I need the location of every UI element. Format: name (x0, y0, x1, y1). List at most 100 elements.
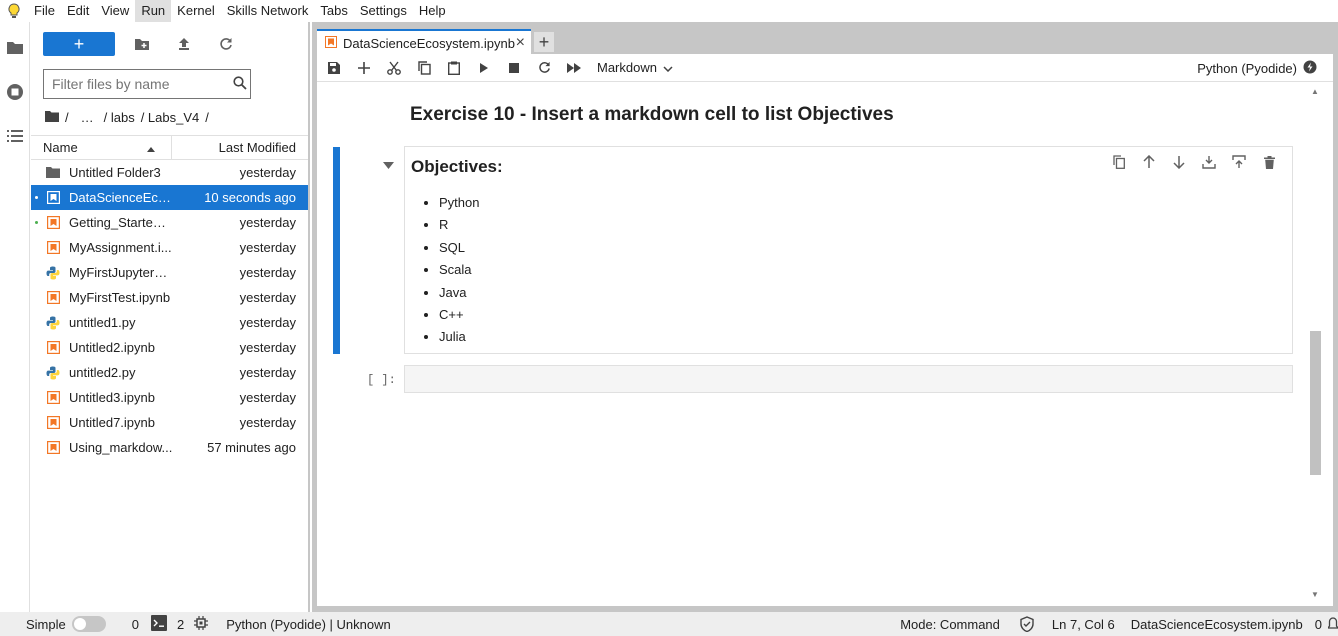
scroll-up-arrow-icon[interactable]: ▲ (1311, 87, 1319, 96)
paste-icon[interactable] (439, 54, 469, 82)
objective-item: Python (439, 192, 479, 214)
new-tab-button[interactable]: + (533, 31, 555, 53)
notebook-icon (45, 290, 61, 306)
save-icon[interactable] (319, 54, 349, 82)
new-launcher-button[interactable]: + (43, 32, 115, 56)
menu-run[interactable]: Run (135, 0, 172, 22)
kernel-indicator[interactable]: Python (Pyodide) (1197, 54, 1323, 82)
delete-cell-icon[interactable] (1254, 153, 1284, 171)
menu-settings[interactable]: Settings (354, 0, 413, 22)
duplicate-cell-icon[interactable] (1104, 153, 1134, 171)
exercise-heading: Exercise 10 - Insert a markdown cell to … (410, 104, 894, 125)
python-icon (45, 265, 61, 281)
markdown-cell[interactable]: Objectives: • Python • R • SQL • Scala •… (404, 146, 1293, 354)
mode-indicator: Mode: Command (900, 616, 1000, 632)
objective-item: Java (439, 282, 479, 304)
file-row[interactable]: Untitled3.ipynb yesterday (31, 385, 308, 410)
file-row[interactable]: MyFirstTest.ipynb yesterday (31, 285, 308, 310)
move-down-icon[interactable] (1164, 153, 1194, 171)
caret-down-icon[interactable] (383, 157, 394, 172)
scroll-down-arrow-icon[interactable]: ▼ (1311, 590, 1319, 599)
menu-tabs[interactable]: Tabs (314, 0, 353, 22)
menu-edit[interactable]: Edit (61, 0, 95, 22)
empty-code-cell[interactable] (404, 365, 1293, 393)
terminals-indicator[interactable]: 2 (150, 614, 209, 634)
new-folder-icon[interactable] (127, 32, 157, 56)
kernel-status-text[interactable]: Python (Pyodide) | Unknown (226, 617, 391, 632)
insert-above-icon[interactable] (1194, 153, 1224, 171)
file-row[interactable]: DataScienceEco... 10 seconds ago (31, 185, 308, 210)
copy-icon[interactable] (409, 54, 439, 82)
sort-ascending-icon (147, 140, 155, 155)
file-name: Using_markdow... (69, 440, 173, 455)
active-cell-collapser[interactable] (333, 147, 340, 354)
insert-cell-icon[interactable] (349, 54, 379, 82)
menu-kernel[interactable]: Kernel (171, 0, 221, 22)
file-row[interactable]: untitled2.py yesterday (31, 360, 308, 385)
insert-below-icon[interactable] (1224, 153, 1254, 171)
kernel-count[interactable]: 0 (132, 617, 139, 632)
objective-item: C++ (439, 304, 479, 326)
file-row[interactable]: Untitled2.ipynb yesterday (31, 335, 308, 360)
notebook-scrollbar[interactable]: ▲ ▼ (1308, 83, 1323, 606)
file-modified: yesterday (239, 390, 296, 405)
objectives-title: Objectives: (411, 157, 503, 176)
menu-bar: File Edit View Run Kernel Skills Network… (0, 0, 1338, 22)
file-row[interactable]: Untitled7.ipynb yesterday (31, 410, 308, 435)
cell-type-dropdown[interactable]: Markdown (597, 60, 679, 75)
file-row[interactable]: untitled1.py yesterday (31, 310, 308, 335)
refresh-icon[interactable] (211, 32, 241, 56)
fast-forward-icon[interactable] (559, 54, 589, 82)
breadcrumb-root[interactable]: / (65, 110, 69, 125)
run-icon[interactable] (469, 54, 499, 82)
shield-check-icon[interactable] (1020, 616, 1034, 632)
file-row[interactable]: Using_markdow... 57 minutes ago (31, 435, 308, 460)
file-row[interactable]: Getting_Started_... yesterday (31, 210, 308, 235)
restart-icon[interactable] (529, 54, 559, 82)
breadcrumb-labs-v4[interactable]: / Labs_V4 (141, 110, 200, 125)
breadcrumb-ellipsis[interactable]: … (81, 110, 94, 125)
scrollbar-thumb[interactable] (1310, 331, 1321, 475)
close-tab-icon[interactable]: × (516, 34, 525, 52)
menu-skills-network[interactable]: Skills Network (221, 0, 315, 22)
file-name: MyFirstJupyterS... (69, 265, 173, 280)
file-row[interactable]: Untitled Folder3 yesterday (31, 160, 308, 185)
file-row[interactable]: MyFirstJupyterS... yesterday (31, 260, 308, 285)
last-modified-column-header[interactable]: Last Modified (172, 140, 308, 155)
cut-icon[interactable] (379, 54, 409, 82)
menu-view[interactable]: View (95, 0, 135, 22)
stop-icon[interactable] (499, 54, 529, 82)
table-of-contents-icon[interactable] (0, 118, 30, 154)
filter-files-input[interactable] (52, 76, 233, 92)
notification-count[interactable]: 0 (1315, 617, 1322, 632)
menu-help[interactable]: Help (413, 0, 452, 22)
running-sessions-icon[interactable] (0, 74, 30, 110)
status-right: Mode: Command Ln 7, Col 6 DataScienceEco… (900, 612, 1338, 636)
menu-file[interactable]: File (28, 0, 61, 22)
kernel-chip-icon (194, 615, 209, 633)
move-up-icon[interactable] (1134, 153, 1164, 171)
tab-datascienceecosystem[interactable]: DataScienceEcosystem.ipynb × (317, 29, 531, 55)
notebook-icon (45, 240, 61, 256)
folder-icon[interactable] (0, 30, 30, 66)
toggle-switch[interactable] (71, 616, 106, 632)
chevron-down-icon (663, 60, 673, 75)
bell-icon[interactable] (1328, 617, 1338, 631)
upload-icon[interactable] (169, 32, 199, 56)
file-modified: yesterday (239, 290, 296, 305)
notebook-toolbar: Markdown Python (Pyodide) (317, 54, 1333, 82)
file-modified: yesterday (239, 340, 296, 355)
simple-mode-toggle[interactable]: Simple (26, 616, 106, 632)
filter-files-input-box[interactable] (43, 69, 251, 99)
file-modified: yesterday (239, 415, 296, 430)
file-name: Untitled7.ipynb (69, 415, 155, 430)
file-modified: 10 seconds ago (204, 190, 296, 205)
file-name: untitled1.py (69, 315, 136, 330)
cursor-position[interactable]: Ln 7, Col 6 (1052, 617, 1115, 632)
file-name: Untitled3.ipynb (69, 390, 155, 405)
notebook-icon (45, 390, 61, 406)
home-folder-icon[interactable] (45, 110, 59, 125)
name-column-header[interactable]: Name (31, 136, 172, 159)
file-row[interactable]: MyAssignment.i... yesterday (31, 235, 308, 260)
breadcrumb-labs[interactable]: / labs (104, 110, 135, 125)
